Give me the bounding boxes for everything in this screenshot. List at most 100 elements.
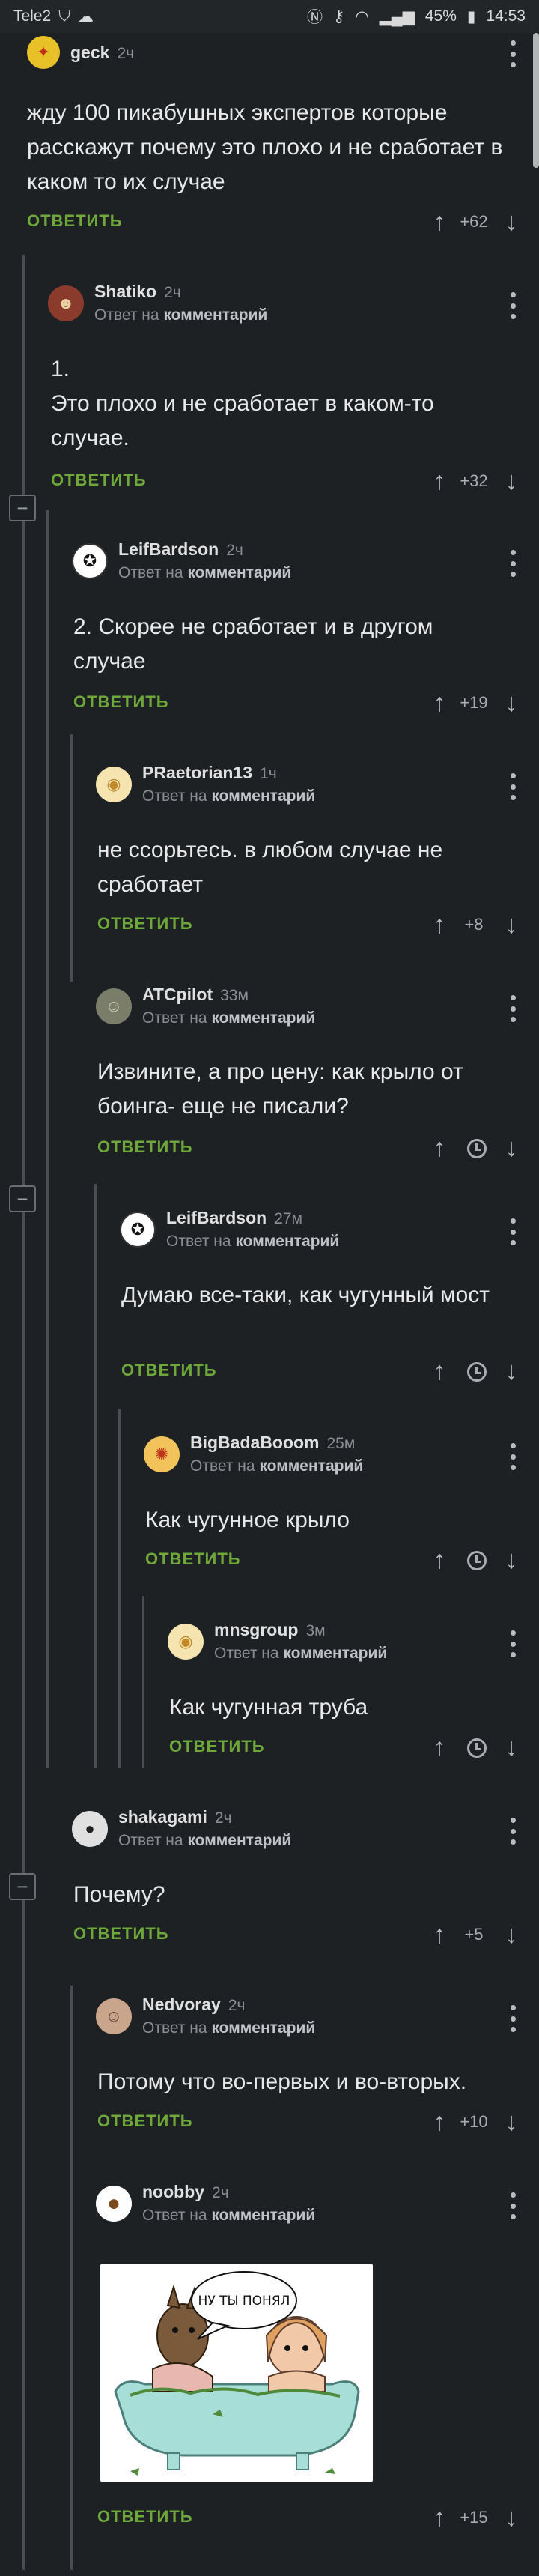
upvote-icon[interactable]: ↑ bbox=[427, 1732, 452, 1762]
reply-to-link[interactable]: комментарий bbox=[211, 2207, 315, 2224]
reply-button[interactable]: ОТВЕТИТЬ bbox=[73, 692, 169, 712]
username[interactable]: LeifBardson bbox=[166, 1208, 267, 1228]
collapse-toggle[interactable]: − bbox=[9, 1873, 36, 1900]
reply-to-link[interactable]: комментарий bbox=[211, 1009, 315, 1027]
reply-button[interactable]: ОТВЕТИТЬ bbox=[97, 2111, 193, 2131]
more-menu-button[interactable] bbox=[509, 1630, 517, 1657]
clock-icon bbox=[467, 1551, 487, 1570]
reply-to-link[interactable]: комментарий bbox=[283, 1645, 387, 1662]
avatar[interactable]: ☺ bbox=[96, 1998, 132, 2034]
comment-text-line: Это плохо и не сработает в каком-то случ… bbox=[51, 391, 434, 450]
more-menu-button[interactable] bbox=[509, 292, 517, 319]
username[interactable]: geck bbox=[70, 43, 109, 63]
downvote-icon[interactable]: ↓ bbox=[499, 2107, 524, 2137]
comment-text: Как чугунное крыло bbox=[145, 1508, 350, 1532]
avatar[interactable]: ◉ bbox=[168, 1623, 204, 1660]
reply-to-link[interactable]: комментарий bbox=[163, 306, 267, 324]
reply-to-link[interactable]: комментарий bbox=[211, 2019, 315, 2037]
avatar[interactable]: ● bbox=[72, 1810, 108, 1847]
burst-icon: ✺ bbox=[154, 1444, 169, 1463]
reply-to-link[interactable]: комментарий bbox=[187, 564, 291, 581]
avatar[interactable]: ✪ bbox=[120, 1211, 156, 1248]
comment-time: 2ч bbox=[228, 1997, 246, 2014]
downvote-icon[interactable]: ↓ bbox=[499, 688, 524, 718]
thread-guide bbox=[94, 1184, 97, 1768]
notification-icon: ☁ bbox=[77, 7, 94, 25]
more-menu-button[interactable] bbox=[509, 1218, 517, 1245]
username[interactable]: mnsgroup bbox=[214, 1620, 298, 1640]
upvote-icon[interactable]: ↑ bbox=[427, 1920, 452, 1950]
upvote-icon[interactable]: ↑ bbox=[427, 2503, 452, 2533]
upvote-icon[interactable]: ↑ bbox=[427, 910, 452, 940]
username[interactable]: ATCpilot bbox=[142, 985, 213, 1005]
avatar[interactable]: ✦ bbox=[27, 36, 60, 69]
reply-button[interactable]: ОТВЕТИТЬ bbox=[97, 1137, 193, 1157]
comment-image[interactable]: НУ ТЫ ПОНЯЛ bbox=[100, 2264, 373, 2482]
downvote-icon[interactable]: ↓ bbox=[499, 1545, 524, 1575]
username[interactable]: noobby bbox=[142, 2182, 204, 2202]
reply-button[interactable]: ОТВЕТИТЬ bbox=[169, 1737, 265, 1756]
username[interactable]: Nedvoray bbox=[142, 1995, 221, 2015]
reply-button[interactable]: ОТВЕТИТЬ bbox=[73, 1924, 169, 1944]
reply-button[interactable]: ОТВЕТИТЬ bbox=[97, 2507, 193, 2527]
comment-text: Почему? bbox=[73, 1882, 165, 1907]
comment-actions: ОТВЕТИТЬ ↑ +10 ↓ bbox=[0, 2107, 539, 2137]
upvote-icon[interactable]: ↑ bbox=[427, 466, 452, 496]
username[interactable]: Shatiko bbox=[94, 282, 156, 302]
reply-button[interactable]: ОТВЕТИТЬ bbox=[121, 1361, 217, 1380]
username[interactable]: PRaetorian13 bbox=[142, 763, 252, 783]
poop-icon: ● bbox=[106, 2190, 121, 2216]
upvote-icon[interactable]: ↑ bbox=[427, 688, 452, 718]
downvote-icon[interactable]: ↓ bbox=[499, 1920, 524, 1950]
reply-to-link[interactable]: комментарий bbox=[211, 787, 315, 805]
more-menu-button[interactable] bbox=[509, 550, 517, 577]
upvote-icon[interactable]: ↑ bbox=[427, 1545, 452, 1575]
more-menu-button[interactable] bbox=[509, 2192, 517, 2219]
reply-button[interactable]: ОТВЕТИТЬ bbox=[97, 914, 193, 934]
collapse-toggle[interactable]: − bbox=[9, 1185, 36, 1212]
comment-text: жду 100 пикабушных экспертов которые рас… bbox=[27, 100, 503, 194]
upvote-icon[interactable]: ↑ bbox=[427, 2107, 452, 2137]
username[interactable]: LeifBardson bbox=[118, 539, 219, 560]
username[interactable]: BigBadaBooom bbox=[190, 1433, 320, 1453]
collapse-toggle[interactable]: − bbox=[9, 495, 36, 521]
comment-text-line: 1. bbox=[51, 357, 70, 381]
downvote-icon[interactable]: ↓ bbox=[499, 2503, 524, 2533]
scrollbar[interactable] bbox=[533, 33, 539, 168]
downvote-icon[interactable]: ↓ bbox=[499, 1356, 524, 1386]
downvote-icon[interactable]: ↓ bbox=[499, 910, 524, 940]
avatar[interactable]: ◉ bbox=[96, 766, 132, 802]
signal-icon: ▂▄▆ bbox=[379, 7, 415, 25]
comment-header: ◉ mnsgroup 3м Ответ на комментарий bbox=[168, 1620, 387, 1663]
downvote-icon[interactable]: ↓ bbox=[499, 207, 524, 237]
downvote-icon[interactable]: ↓ bbox=[499, 1732, 524, 1762]
upvote-icon[interactable]: ↑ bbox=[427, 1133, 452, 1163]
emblem-icon: ✪ bbox=[82, 551, 97, 570]
username[interactable]: shakagami bbox=[118, 1807, 207, 1827]
more-menu-button[interactable] bbox=[509, 40, 517, 67]
more-menu-button[interactable] bbox=[509, 995, 517, 1022]
reply-to-link[interactable]: комментарий bbox=[187, 1832, 291, 1849]
reply-button[interactable]: ОТВЕТИТЬ bbox=[51, 471, 147, 490]
more-menu-button[interactable] bbox=[509, 1443, 517, 1470]
comment-time: 25м bbox=[326, 1435, 356, 1452]
reply-button[interactable]: ОТВЕТИТЬ bbox=[27, 211, 123, 231]
upvote-icon[interactable]: ↑ bbox=[427, 1356, 452, 1386]
more-menu-button[interactable] bbox=[509, 1818, 517, 1845]
downvote-icon[interactable]: ↓ bbox=[499, 466, 524, 496]
reply-to-link[interactable]: комментарий bbox=[235, 1233, 339, 1250]
avatar[interactable]: ☻ bbox=[48, 285, 84, 321]
upvote-icon[interactable]: ↑ bbox=[427, 207, 452, 237]
comment-actions: ОТВЕТИТЬ ↑ +15 ↓ bbox=[0, 2503, 539, 2533]
comment-text: Потому что во-первых и во-вторых. bbox=[97, 2069, 467, 2094]
more-menu-button[interactable] bbox=[509, 2005, 517, 2032]
avatar[interactable]: ☺ bbox=[96, 988, 132, 1024]
avatar[interactable]: ● bbox=[96, 2185, 132, 2222]
reply-button[interactable]: ОТВЕТИТЬ bbox=[145, 1549, 241, 1569]
comment-time: 27м bbox=[274, 1210, 302, 1227]
avatar[interactable]: ✪ bbox=[72, 542, 108, 579]
reply-to-link[interactable]: комментарий bbox=[259, 1457, 363, 1475]
avatar[interactable]: ✺ bbox=[144, 1436, 180, 1472]
downvote-icon[interactable]: ↓ bbox=[499, 1133, 524, 1163]
more-menu-button[interactable] bbox=[509, 773, 517, 800]
